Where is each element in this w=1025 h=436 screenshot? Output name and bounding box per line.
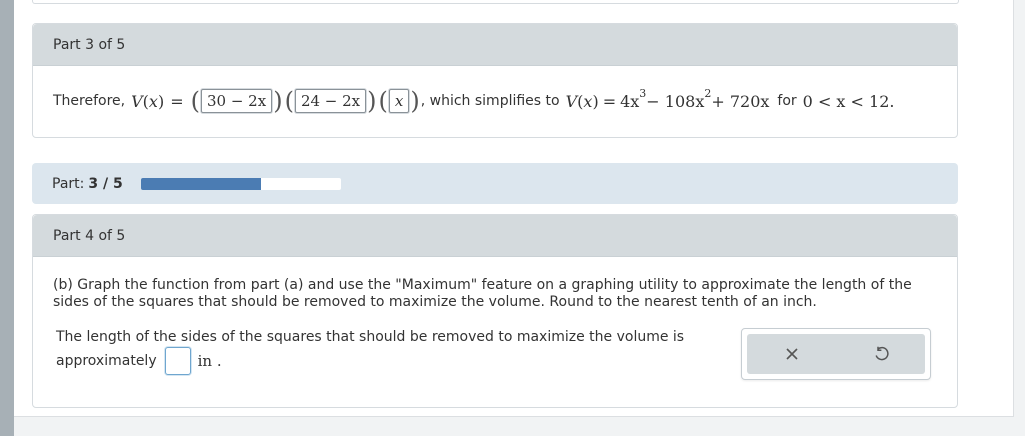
part-4-header: Part 4 of 5 <box>33 215 957 257</box>
rhs-paren-close: ) <box>592 91 599 111</box>
rhs-exp-2: 2 <box>704 86 712 100</box>
rhs-variable: x <box>583 91 593 111</box>
answer-input[interactable] <box>164 347 191 375</box>
part-3-card: Part 3 of 5 Therefore, V(x) = (30 − 2x)(… <box>32 23 958 138</box>
intro-text: Therefore, <box>53 93 126 109</box>
rhs-equals: = <box>602 91 617 111</box>
undo-icon <box>874 346 889 361</box>
progress-panel: Part: 3 / 5 <box>32 163 958 204</box>
lhs-variable: x <box>148 91 158 111</box>
progress-label-text: Part: <box>52 175 85 192</box>
paren-open-3: ( <box>378 87 388 115</box>
undo-button[interactable] <box>861 339 901 369</box>
answer-box-1[interactable]: 30 − 2x <box>200 89 273 113</box>
paren-close-1: ) <box>273 87 283 115</box>
equals-sign: = <box>170 91 184 111</box>
rhs-function: V <box>565 91 578 111</box>
lhs-paren-close: ) <box>157 91 165 111</box>
paren-open-2: ( <box>284 87 294 115</box>
part-3-statement: Therefore, V(x) = (30 − 2x)(24 − 2x)(x) … <box>53 66 937 136</box>
previous-part-card <box>32 0 959 4</box>
progress-bar <box>140 177 341 190</box>
paren-open-1: ( <box>190 87 200 115</box>
answer-box-2[interactable]: 24 − 2x <box>294 89 367 113</box>
domain-expression: 0 < x < 12. <box>802 91 895 111</box>
paren-close-2: ) <box>367 87 377 115</box>
answer-box-3[interactable]: x <box>388 89 410 113</box>
simplifies-text: , which simplifies to <box>420 93 560 109</box>
answer-tools-panel <box>741 328 931 380</box>
rhs-term-3: + 720x <box>711 91 770 111</box>
progress-bar-fill <box>140 177 261 190</box>
answer-row: approximately in . <box>56 347 222 375</box>
close-icon <box>785 348 798 360</box>
progress-value: 3 / 5 <box>88 175 123 192</box>
part-4-card: Part 4 of 5 (b) Graph the function from … <box>32 214 958 408</box>
answer-statement: The length of the sides of the squares t… <box>56 329 685 345</box>
paren-close-3: ) <box>410 87 420 115</box>
rhs-term-1: 4x <box>620 91 640 111</box>
rhs-term-2: − 108x <box>646 91 705 111</box>
answer-prefix: approximately <box>56 353 157 369</box>
clear-button[interactable] <box>772 339 812 369</box>
progress-label: Part: 3 / 5 <box>52 176 123 192</box>
unit-label: in . <box>197 352 222 370</box>
left-gutter <box>0 0 14 436</box>
question-text: (b) Graph the function from part (a) and… <box>53 277 912 310</box>
part-3-header: Part 3 of 5 <box>33 24 957 66</box>
domain-prefix: for <box>777 93 797 109</box>
rhs-exp-3: 3 <box>639 86 647 100</box>
answer-tools <box>747 334 925 374</box>
lhs-function: V <box>131 91 143 111</box>
